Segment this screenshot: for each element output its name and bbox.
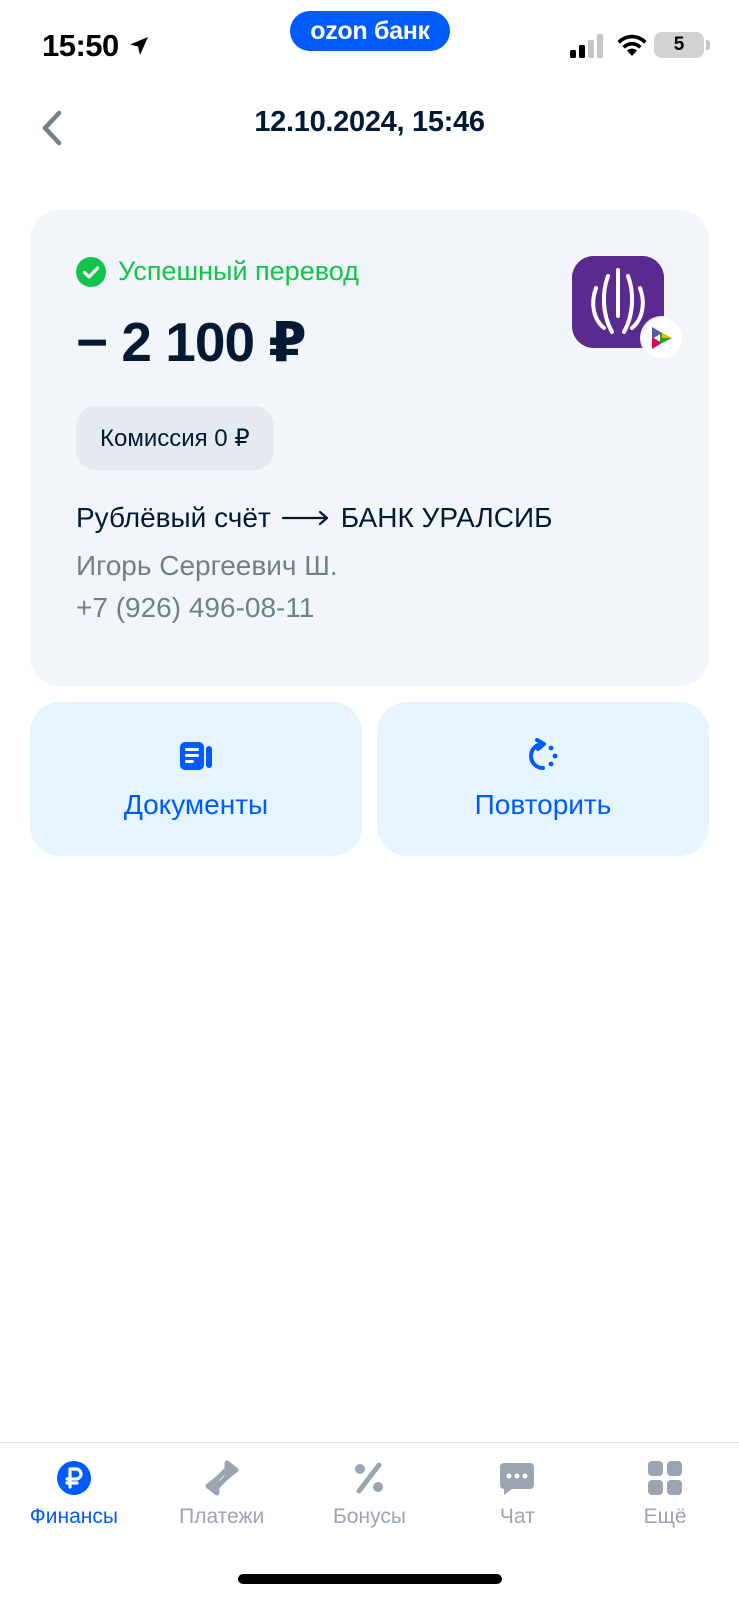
tab-label: Платежи [179, 1505, 265, 1528]
to-bank: БАНК УРАЛСИБ [340, 502, 553, 533]
page-title: 12.10.2024, 15:46 [254, 106, 485, 138]
bottom-tab-bar: Финансы Платежи Бонусы Чат Ещё [0, 1442, 739, 1542]
transfer-amount: − 2 100 ₽ [76, 311, 307, 373]
tab-label: Чат [499, 1505, 535, 1528]
documents-label: Документы [123, 789, 269, 820]
recipient-phone: +7 (926) 496-08-11 [76, 592, 315, 623]
status-text: Успешный перевод [118, 256, 359, 286]
grid-icon [648, 1461, 683, 1495]
wifi-icon [617, 34, 647, 56]
tab-more[interactable]: Ещё [595, 1443, 735, 1542]
status-time: 15:50 [42, 28, 151, 64]
success-check-icon [76, 256, 106, 287]
status-bar: 15:50 ozon банк 5 [0, 0, 739, 90]
documents-icon [180, 742, 212, 770]
cellular-signal-icon [570, 34, 603, 58]
tab-label: Бонусы [333, 1505, 406, 1528]
tab-bonuses[interactable]: Бонусы [299, 1443, 439, 1542]
fee-chip: Комиссия 0 ₽ [76, 406, 274, 470]
transfer-arrows-icon [205, 1460, 239, 1496]
repeat-label: Повторить [474, 789, 612, 820]
chat-icon [500, 1463, 535, 1495]
location-arrow-icon [129, 37, 148, 55]
long-arrow-right-icon [281, 510, 328, 526]
from-account: Рублёвый счёт [76, 502, 271, 533]
tab-chat[interactable]: Чат [447, 1443, 587, 1542]
battery-indicator: 5 [654, 32, 710, 58]
repeat-button[interactable]: Повторить [377, 702, 709, 856]
brand-pill: ozon банк [290, 11, 450, 51]
home-indicator[interactable] [238, 1574, 502, 1584]
transfer-details-screen: 15:50 ozon банк 5 12.10.2024, 15:46 Успе… [0, 0, 739, 1600]
tab-payments[interactable]: Платежи [152, 1443, 292, 1542]
percent-icon [355, 1462, 384, 1494]
transfer-card: Успешный перевод − 2 100 ₽ Комиссия 0 ₽ … [30, 210, 709, 686]
status-time-text: 15:50 [42, 28, 119, 63]
repeat-icon [529, 738, 558, 770]
tab-label: Ещё [643, 1505, 687, 1528]
tab-label: Финансы [29, 1505, 118, 1528]
sbp-badge [642, 318, 682, 358]
transfer-status: Успешный перевод [76, 256, 359, 287]
sbp-icon [652, 327, 672, 349]
documents-button[interactable]: Документы [30, 702, 362, 856]
tab-finances[interactable]: Финансы [4, 1443, 144, 1542]
ruble-icon [56, 1461, 91, 1495]
recipient-name: Игорь Сергеевич Ш. [76, 550, 338, 581]
transfer-route: Рублёвый счёт БАНК УРАЛСИБ [76, 502, 553, 534]
